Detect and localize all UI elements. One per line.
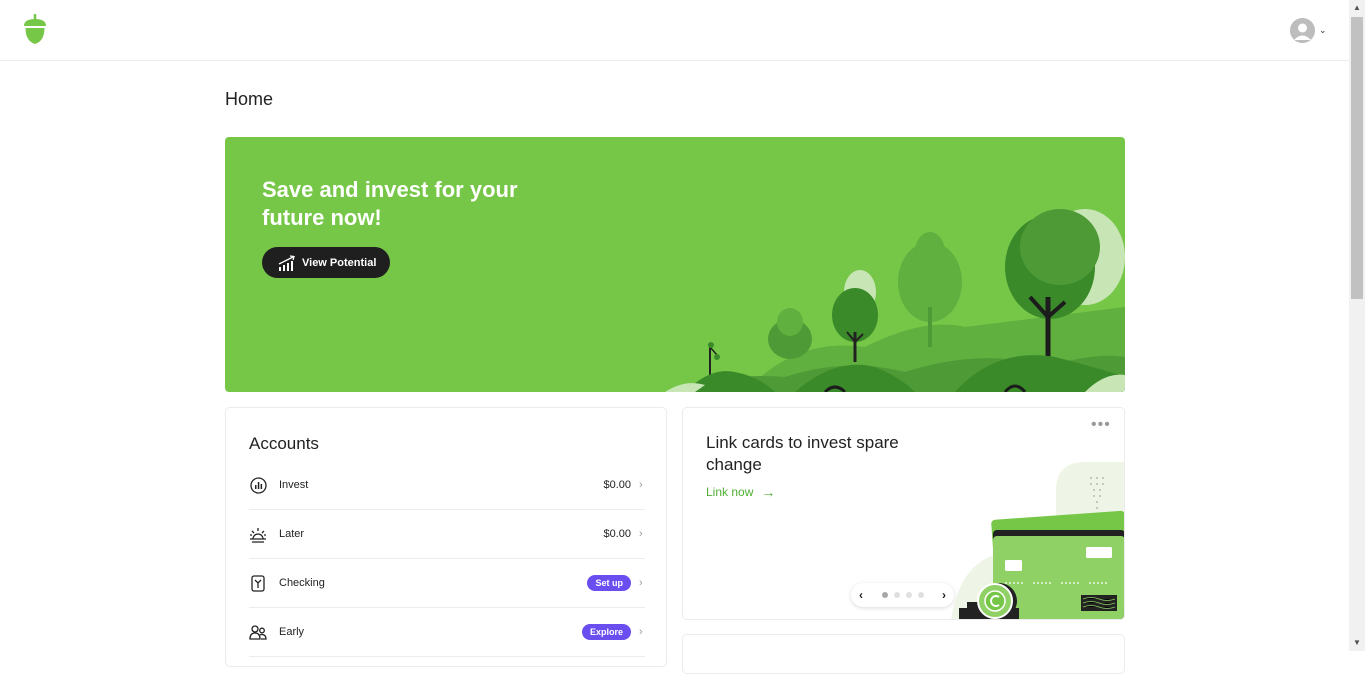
page-scrollbar[interactable]: ▲ ▼ <box>1349 0 1365 651</box>
cards-coins-illustration <box>951 462 1124 619</box>
link-now-label: Link now <box>706 485 754 499</box>
account-value: $0.00 <box>603 479 631 491</box>
carousel-dot[interactable] <box>905 592 912 598</box>
accounts-title: Accounts <box>249 434 319 453</box>
acorn-logo-icon[interactable] <box>22 13 48 46</box>
account-row-checking[interactable]: Checking Set up › <box>249 559 645 608</box>
carousel-dot[interactable] <box>881 592 888 598</box>
carousel-controls: ‹ › <box>851 583 954 607</box>
sunrise-icon <box>249 525 267 543</box>
chevron-right-icon: › <box>639 528 643 540</box>
explore-badge[interactable]: Explore <box>581 624 631 640</box>
scrollbar-thumb[interactable] <box>1351 17 1363 299</box>
view-potential-label: View Potential <box>302 256 377 269</box>
secondary-card <box>682 634 1125 674</box>
promo-title: Link cards to invest spare change <box>706 433 899 474</box>
account-row-later[interactable]: Later $0.00 › <box>249 510 645 559</box>
hero-landscape-illustration <box>665 209 1125 392</box>
carousel-dot[interactable] <box>893 592 900 598</box>
setup-badge[interactable]: Set up <box>587 575 631 591</box>
carousel-prev-button[interactable]: ‹ <box>859 588 863 602</box>
carousel-dots <box>881 592 924 598</box>
more-options-icon[interactable]: ••• <box>1091 416 1111 434</box>
page-title: Home <box>225 89 274 109</box>
link-cards-promo-card: Link cards to invest spare change Link n… <box>682 407 1125 620</box>
bar-chart-icon <box>249 476 267 494</box>
account-label: Checking <box>279 577 325 589</box>
account-value: $0.00 <box>603 528 631 540</box>
account-label: Invest <box>279 479 309 491</box>
hero-title: Save and invest for your future now! <box>262 177 518 230</box>
scroll-up-arrow-icon[interactable]: ▲ <box>1349 0 1365 16</box>
growth-chart-icon <box>278 254 295 271</box>
arrow-right-icon: → <box>761 484 776 500</box>
chevron-down-icon: ⌄ <box>1319 24 1327 35</box>
link-now-link[interactable]: Link now → <box>706 484 775 500</box>
checking-card-icon <box>249 574 267 592</box>
user-avatar-icon <box>1290 17 1315 43</box>
chevron-right-icon: › <box>639 577 643 589</box>
view-potential-button[interactable]: View Potential <box>262 247 390 278</box>
family-icon <box>249 623 267 641</box>
accounts-card: Accounts Invest $0.00 › Later $0.00 › Ch… <box>225 407 667 667</box>
profile-menu[interactable]: ⌄ <box>1290 17 1332 43</box>
carousel-dot[interactable] <box>917 592 924 598</box>
hero-banner: Save and invest for your future now! Vie… <box>225 137 1125 392</box>
account-row-invest[interactable]: Invest $0.00 › <box>249 461 645 510</box>
chevron-right-icon: › <box>639 626 643 638</box>
account-label: Early <box>279 626 305 638</box>
carousel-next-button[interactable]: › <box>942 588 946 602</box>
top-bar: ⌄ <box>0 0 1349 61</box>
scroll-down-arrow-icon[interactable]: ▼ <box>1349 635 1365 651</box>
account-row-early[interactable]: Early Explore › <box>249 608 645 657</box>
chevron-right-icon: › <box>639 479 643 491</box>
account-label: Later <box>279 528 305 540</box>
